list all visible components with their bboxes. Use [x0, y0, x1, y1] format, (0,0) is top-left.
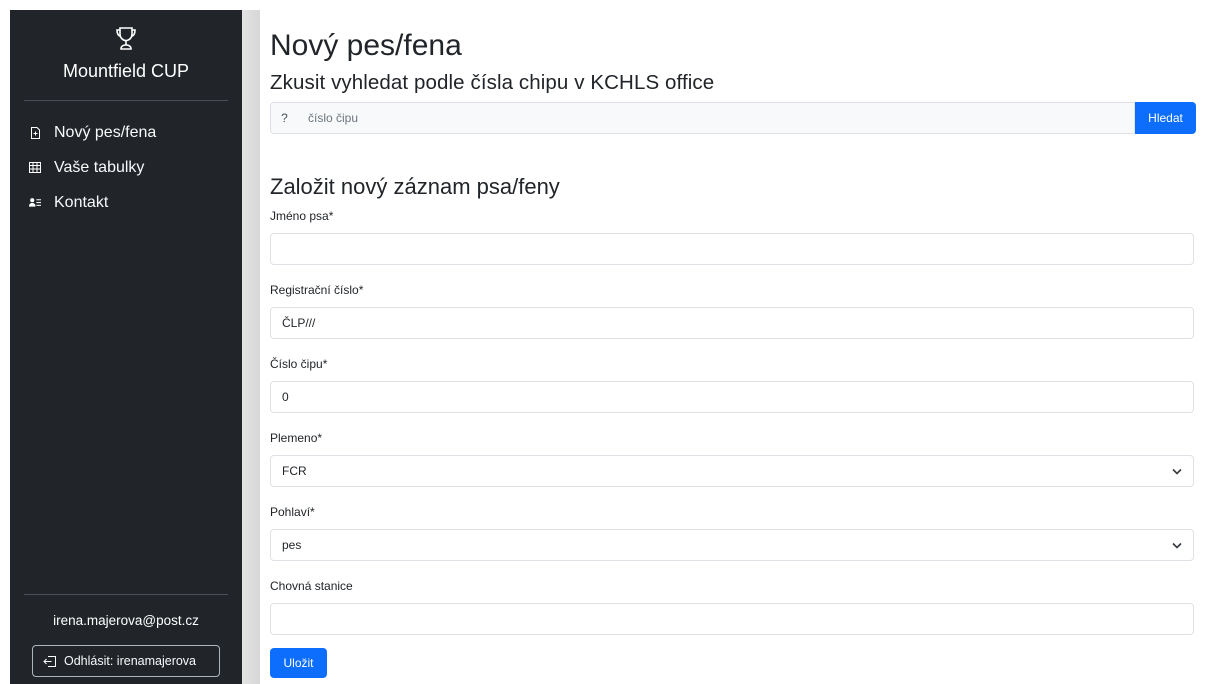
breed-select[interactable]: FCR — [270, 455, 1194, 487]
page-title: Nový pes/fena — [270, 29, 462, 62]
chip-search-input[interactable] — [298, 102, 1135, 134]
form-title: Založit nový záznam psa/feny — [270, 174, 560, 199]
sidebar-divider — [24, 100, 228, 101]
new-dog-form: Jméno psa* Registrační číslo* Číslo čipu… — [270, 209, 1196, 678]
user-email: irena.majerova@post.cz — [53, 613, 199, 628]
chip-number-input[interactable] — [270, 381, 1194, 413]
logout-button[interactable]: Odhlásit: irenamajerova — [32, 645, 220, 677]
search-button[interactable]: Hledat — [1135, 102, 1196, 134]
chip-search-group: ? Hledat — [270, 102, 1196, 134]
sidebar-scrollbar[interactable] — [242, 10, 260, 684]
sidebar-item-new-dog[interactable]: Nový pes/fena — [10, 115, 242, 150]
field-group-kennel: Chovná stanice — [270, 579, 1196, 635]
registration-number-label: Registrační číslo* — [270, 283, 364, 297]
field-group-registration: Registrační číslo* — [270, 283, 1196, 339]
registration-number-input[interactable] — [270, 307, 1194, 339]
dog-name-input[interactable] — [270, 233, 1194, 265]
sex-select[interactable]: pes — [270, 529, 1194, 561]
search-title: Zkusit vyhledat podle čísla chipu v KCHL… — [270, 71, 715, 94]
field-group-sex: Pohlaví* pes — [270, 505, 1196, 561]
field-group-breed: Plemeno* FCR — [270, 431, 1196, 487]
chevron-down-icon — [1172, 468, 1182, 475]
sex-label: Pohlaví* — [270, 505, 315, 519]
brand: Mountfield CUP — [10, 10, 242, 82]
field-group-chip: Číslo čipu* — [270, 357, 1196, 413]
sidebar-item-label: Nový pes/fena — [54, 123, 157, 141]
field-group-name: Jméno psa* — [270, 209, 1196, 265]
chip-number-label: Číslo čipu* — [270, 357, 328, 371]
search-prefix: ? — [270, 102, 298, 134]
person-lines-icon — [29, 197, 41, 209]
logout-label: Odhlásit: irenamajerova — [64, 654, 197, 668]
sidebar-item-tables[interactable]: Vaše tabulky — [10, 150, 242, 185]
sidebar-item-label: Vaše tabulky — [54, 158, 145, 176]
sidebar: Mountfield CUP Nový pes/fena Vaše tabulk… — [10, 10, 242, 684]
main-content: Nový pes/fena Zkusit vyhledat podle čísl… — [270, 0, 1196, 678]
file-plus-icon — [29, 126, 41, 139]
breed-selected-value: FCR — [282, 464, 307, 478]
chevron-down-icon — [1172, 542, 1182, 549]
sex-selected-value: pes — [282, 538, 302, 552]
sidebar-nav: Nový pes/fena Vaše tabulky Kontakt — [10, 115, 242, 220]
sidebar-footer: irena.majerova@post.cz Odhlásit: irenama… — [10, 594, 242, 684]
save-button[interactable]: Uložit — [270, 648, 327, 678]
box-arrow-left-icon — [43, 655, 56, 667]
kennel-label: Chovná stanice — [270, 579, 353, 593]
trophy-icon — [116, 27, 136, 50]
sidebar-item-contact[interactable]: Kontakt — [10, 185, 242, 220]
kennel-input[interactable] — [270, 603, 1194, 635]
sidebar-item-label: Kontakt — [54, 193, 109, 211]
dog-name-label: Jméno psa* — [270, 209, 334, 223]
breed-label: Plemeno* — [270, 431, 323, 445]
sidebar-divider — [24, 594, 228, 595]
brand-name: Mountfield CUP — [62, 61, 190, 81]
table-icon — [29, 162, 41, 174]
